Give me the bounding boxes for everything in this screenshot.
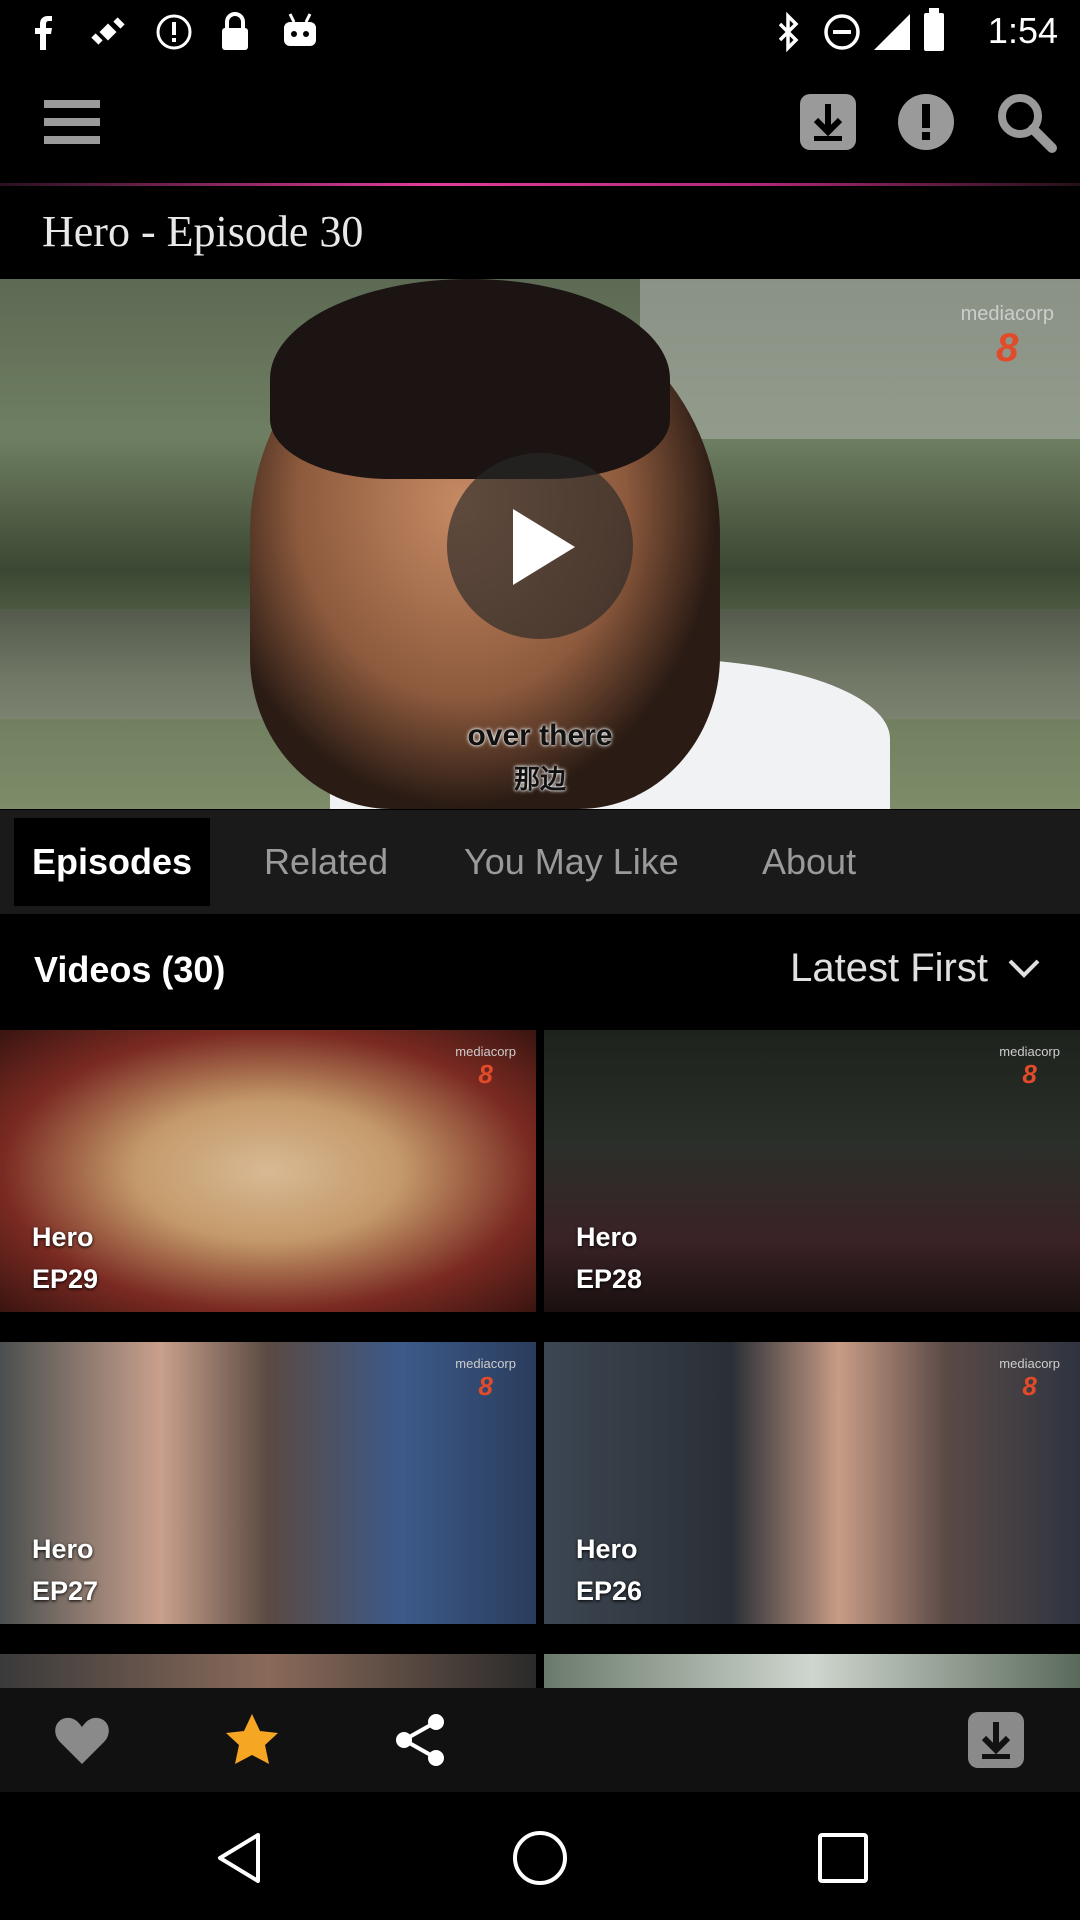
tab-bar: Episodes Related You May Like About [0, 810, 1080, 914]
alert-icon [156, 14, 192, 50]
video-card-partial[interactable] [544, 1654, 1080, 1688]
logo-text: mediacorp [999, 1356, 1060, 1371]
video-episode: EP28 [576, 1264, 643, 1294]
video-card-ep28[interactable]: mediacorp 8 Hero EP28 [544, 1030, 1080, 1312]
back-icon[interactable] [210, 1829, 268, 1887]
watermark-channel: 8 [996, 326, 1019, 370]
thumbnail-logo: mediacorp 8 [999, 1044, 1060, 1090]
status-bar: 1:54 [0, 0, 1080, 62]
video-card-partial[interactable] [0, 1654, 536, 1688]
sort-select[interactable]: Latest First [790, 943, 1040, 993]
info-icon[interactable] [894, 90, 958, 154]
video-card-ep26[interactable]: mediacorp 8 Hero EP26 [544, 1342, 1080, 1624]
videos-count: Videos (30) [34, 949, 226, 990]
subtitle-chinese: 那边 [513, 764, 566, 794]
tab-about[interactable]: About [762, 818, 856, 906]
logo-text: mediacorp [999, 1044, 1060, 1059]
heart-icon[interactable] [52, 1710, 112, 1770]
thumbnail-image [544, 1654, 1080, 1688]
thumbnail-logo: mediacorp 8 [999, 1356, 1060, 1402]
do-not-disturb-icon [824, 14, 860, 50]
search-icon[interactable] [994, 90, 1058, 154]
home-icon[interactable] [511, 1829, 569, 1887]
actor-hair [270, 279, 670, 479]
video-title: Hero [576, 1222, 638, 1252]
video-episode: EP27 [32, 1576, 99, 1606]
signal-icon [874, 14, 910, 50]
page-title: Hero - Episode 30 [42, 207, 364, 256]
download-icon[interactable] [796, 90, 860, 154]
tab-episodes[interactable]: Episodes [14, 818, 211, 906]
play-button[interactable] [447, 453, 633, 639]
download-icon[interactable] [966, 1710, 1026, 1770]
thumbnail-image [0, 1654, 536, 1688]
video-title: Hero [576, 1534, 638, 1564]
thumbnail-logo: mediacorp 8 [455, 1356, 516, 1402]
video-player[interactable]: mediacorp 8 over there 那边 [0, 279, 1080, 809]
facebook-icon [35, 16, 52, 50]
menu-icon[interactable] [40, 90, 104, 154]
chevron-down-icon [1008, 959, 1040, 978]
video-title: Hero [32, 1222, 94, 1252]
battery-icon [924, 8, 944, 51]
logo-channel: 8 [478, 1371, 493, 1401]
thumbnail-logo: mediacorp 8 [455, 1044, 516, 1090]
logo-text: mediacorp [455, 1044, 516, 1059]
videos-header: Videos (30) Latest First [0, 915, 1080, 1025]
satellite-icon [91, 17, 125, 45]
lock-icon [222, 12, 248, 50]
title-row: Hero - Episode 30 [0, 188, 1080, 278]
app-bar [0, 62, 1080, 186]
status-time: 1:54 [987, 10, 1058, 51]
subtitle-english: over there [467, 719, 613, 752]
tab-you-may-like[interactable]: You May Like [464, 818, 679, 906]
logo-channel: 8 [478, 1059, 493, 1089]
logo-channel: 8 [1022, 1059, 1037, 1089]
sort-selected-label: Latest First [790, 945, 988, 990]
video-card-ep29[interactable]: mediacorp 8 Hero EP29 [0, 1030, 536, 1312]
android-icon [284, 13, 316, 46]
channel-watermark: mediacorp 8 [961, 303, 1054, 371]
play-icon [513, 509, 575, 585]
recents-icon[interactable] [814, 1829, 872, 1887]
video-episode: EP29 [32, 1264, 99, 1294]
watermark-text: mediacorp [960, 303, 1054, 325]
bluetooth-icon [778, 12, 799, 52]
tab-related[interactable]: Related [264, 818, 388, 906]
bottom-action-bar [0, 1688, 1080, 1792]
video-episode: EP26 [576, 1576, 643, 1606]
logo-text: mediacorp [455, 1356, 516, 1371]
video-card-ep27[interactable]: mediacorp 8 Hero EP27 [0, 1342, 536, 1624]
share-icon[interactable] [390, 1710, 450, 1770]
system-nav-bar [0, 1794, 1080, 1920]
star-icon[interactable] [222, 1710, 282, 1770]
logo-channel: 8 [1022, 1371, 1037, 1401]
app-bar-divider [0, 183, 1080, 186]
video-title: Hero [32, 1534, 94, 1564]
